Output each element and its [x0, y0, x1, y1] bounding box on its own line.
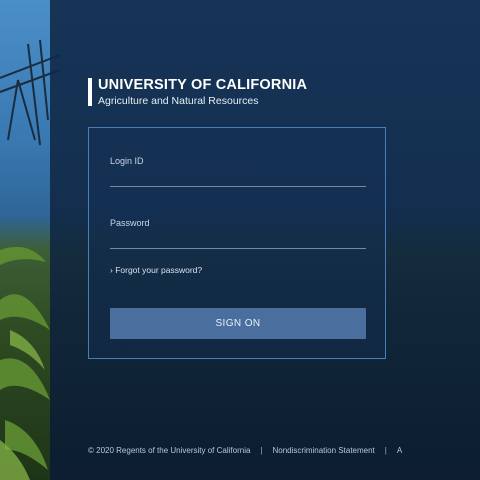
brand-title: UNIVERSITY OF CALIFORNIA	[98, 77, 308, 93]
footer-separator: |	[384, 446, 387, 455]
sign-on-button[interactable]: SIGN ON	[110, 308, 366, 339]
nondiscrimination-link[interactable]: Nondiscrimination Statement	[273, 446, 375, 455]
forgot-password-link[interactable]: › Forgot your password?	[110, 265, 202, 275]
password-input[interactable]	[110, 228, 366, 249]
password-label: Password	[110, 218, 150, 228]
password-underline	[110, 228, 366, 249]
login-id-input[interactable]	[110, 166, 366, 187]
copyright-text: © 2020 Regents of the University of Cali…	[88, 446, 251, 455]
login-id-underline	[110, 166, 366, 187]
login-id-label: Login ID	[110, 156, 144, 166]
footer-separator: |	[260, 446, 263, 455]
brand-logo: UNIVERSITY OF CALIFORNIA Agriculture and…	[88, 78, 307, 106]
login-form: Login ID Password › Forgot your password…	[88, 127, 386, 359]
footer: © 2020 Regents of the University of Cali…	[88, 446, 402, 455]
password-field: Password	[110, 218, 366, 249]
accessibility-link[interactable]: A	[397, 446, 402, 455]
brand-bar	[88, 78, 92, 106]
login-id-field: Login ID	[110, 156, 366, 187]
brand-subtitle: Agriculture and Natural Resources	[98, 94, 259, 107]
